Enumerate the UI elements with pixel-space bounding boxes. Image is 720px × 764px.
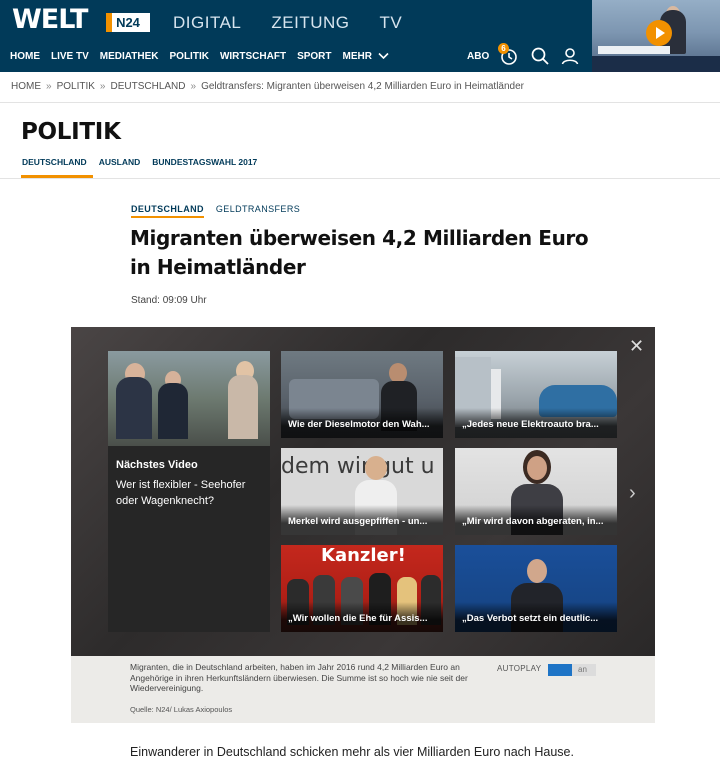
play-icon[interactable] xyxy=(646,20,672,46)
breadcrumb-separator: » xyxy=(190,81,197,92)
tile-sign-text: dem wir gut u xyxy=(281,454,435,479)
tile-caption: „Das Verbot setzt ein deutlic... xyxy=(462,613,599,624)
chevron-down-icon xyxy=(378,53,389,60)
lower-third-band xyxy=(592,56,720,72)
notification-badge: 6 xyxy=(498,43,509,54)
lower-third-bar xyxy=(598,46,670,54)
breadcrumb-separator: » xyxy=(46,81,52,92)
person-head xyxy=(527,559,547,583)
image-figure xyxy=(228,375,258,439)
user-icon[interactable] xyxy=(559,45,581,67)
tile-banner-text: Kanzler! xyxy=(321,545,406,566)
nav-home[interactable]: HOME xyxy=(10,51,40,62)
divider xyxy=(0,102,720,103)
subnav-bundestagswahl[interactable]: BUNDESTAGSWAHL 2017 xyxy=(152,157,257,167)
image-figure xyxy=(158,383,188,439)
brand-link-tv[interactable]: TV xyxy=(379,13,402,33)
brand-row: WELT N24 DIGITAL ZEITUNG TV xyxy=(0,0,592,43)
brand-link-digital[interactable]: DIGITAL xyxy=(173,13,241,33)
person-head xyxy=(389,363,407,383)
toggle-state-label: an xyxy=(578,665,587,674)
breadcrumb-home[interactable]: HOME xyxy=(11,81,41,92)
related-video-tile[interactable]: dem wir gut u Merkel wird ausgepfiffen -… xyxy=(281,448,443,535)
close-icon[interactable]: ✕ xyxy=(629,337,644,355)
next-video-card[interactable]: Nächstes Video Wer ist flexibler - Seeho… xyxy=(108,351,270,632)
video-caption: Migranten, die in Deutschland arbeiten, … xyxy=(130,662,468,693)
breadcrumb-deutschland[interactable]: DEUTSCHLAND xyxy=(110,81,185,92)
autoplay-toggle[interactable]: an xyxy=(548,664,596,676)
search-icon[interactable] xyxy=(529,45,551,67)
breadcrumb-politik[interactable]: POLITIK xyxy=(57,81,95,92)
related-video-tile[interactable]: „Das Verbot setzt ein deutlic... xyxy=(455,545,617,632)
video-source: Quelle: N24/ Lukas Axiopoulos xyxy=(130,705,233,714)
related-video-tile[interactable]: „Jedes neue Elektroauto bra... xyxy=(455,351,617,438)
nav-wirtschaft[interactable]: WIRTSCHAFT xyxy=(220,51,286,62)
n24-accent-bar xyxy=(106,13,112,32)
brand-link-zeitung[interactable]: ZEITUNG xyxy=(271,13,349,33)
subnav-ausland[interactable]: AUSLAND xyxy=(99,157,141,167)
tag-deutschland[interactable]: DEUTSCHLAND xyxy=(131,204,204,218)
section-subnav: DEUTSCHLAND AUSLAND BUNDESTAGSWAHL 2017 xyxy=(22,157,269,167)
brand-links: DIGITAL ZEITUNG TV xyxy=(173,13,402,33)
autoplay-label: AUTOPLAY xyxy=(497,664,542,673)
tile-caption: „Wir wollen die Ehe für Assis... xyxy=(288,613,428,624)
related-video-tile[interactable]: „Mir wird davon abgeraten, in... xyxy=(455,448,617,535)
person-head xyxy=(527,456,547,480)
breadcrumb-separator: » xyxy=(99,81,106,92)
tile-caption: Wie der Dieselmotor den Wah... xyxy=(288,419,430,430)
article-headline: Migranten überweisen 4,2 Milliarden Euro… xyxy=(130,226,589,279)
article-timestamp: Stand: 09:09 Uhr xyxy=(131,295,207,306)
n24-text: N24 xyxy=(116,15,140,30)
nav-sport[interactable]: SPORT xyxy=(297,51,331,62)
tag-geldtransfers[interactable]: GELDTRANSFERS xyxy=(216,204,300,218)
section-title: POLITIK xyxy=(21,119,121,145)
n24-logo[interactable]: N24 xyxy=(106,13,150,32)
related-video-tile[interactable]: Wie der Dieselmotor den Wah... xyxy=(281,351,443,438)
article-body-first-line: Einwanderer in Deutschland schicken mehr… xyxy=(130,745,574,759)
nav-mehr[interactable]: MEHR xyxy=(343,51,389,62)
breadcrumb: HOME » POLITIK » DEUTSCHLAND » Geldtrans… xyxy=(11,81,524,92)
tile-caption: „Mir wird davon abgeraten, in... xyxy=(462,516,604,527)
chevron-right-icon[interactable]: › xyxy=(629,482,636,505)
person-head xyxy=(365,456,387,480)
article-tags: DEUTSCHLAND GELDTRANSFERS xyxy=(131,204,300,218)
divider xyxy=(0,178,720,179)
related-video-tile[interactable]: Kanzler! „Wir wollen die Ehe für Assis..… xyxy=(281,545,443,632)
welt-logo[interactable]: WELT xyxy=(12,4,88,35)
tile-caption: „Jedes neue Elektroauto bra... xyxy=(462,419,599,430)
nav-mediathek[interactable]: MEDIATHEK xyxy=(100,51,159,62)
nav-politik[interactable]: POLITIK xyxy=(170,51,209,62)
subnav-deutschland[interactable]: DEUTSCHLAND xyxy=(22,157,87,167)
breadcrumb-current: Geldtransfers: Migranten überweisen 4,2 … xyxy=(201,81,524,92)
nav-mehr-label: MEHR xyxy=(342,51,372,62)
next-video-label: Nächstes Video xyxy=(116,459,198,471)
next-video-title: Wer ist flexibler - Seehofer oder Wagenk… xyxy=(116,479,246,507)
toggle-knob xyxy=(548,664,572,676)
abo-link[interactable]: ABO xyxy=(467,51,489,62)
image-figure xyxy=(116,377,152,439)
tile-caption: Merkel wird ausgepfiffen - un... xyxy=(288,516,428,527)
nav-live-tv[interactable]: LIVE TV xyxy=(51,51,89,62)
